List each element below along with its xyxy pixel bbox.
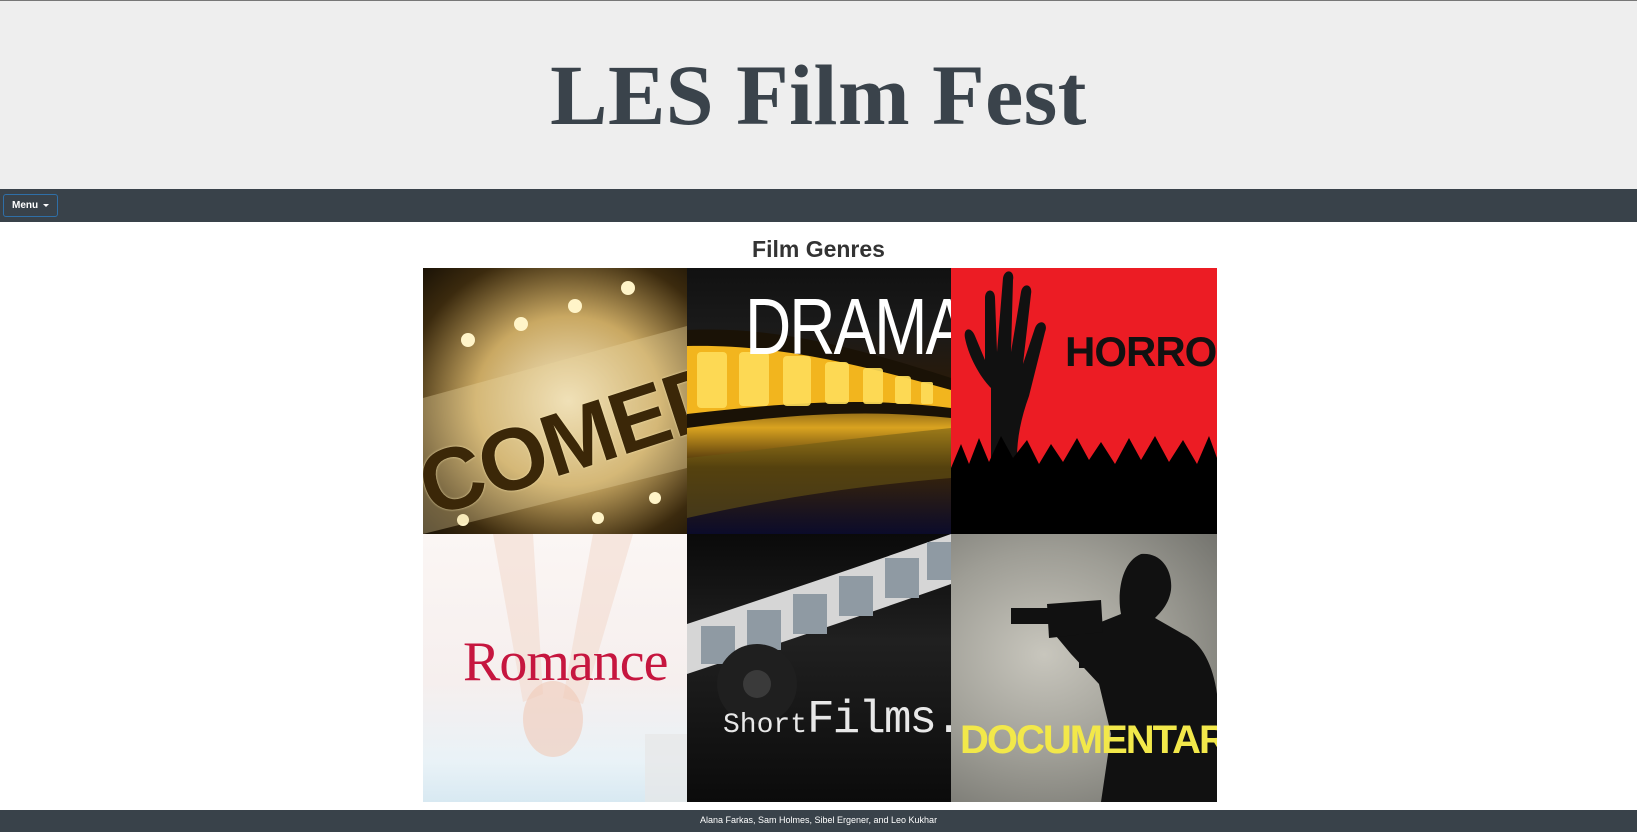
- genre-label-documentary: DOCUMENTARY: [960, 718, 1217, 762]
- site-footer: Alana Farkas, Sam Holmes, Sibel Ergener,…: [0, 810, 1637, 832]
- genre-label-films: Films.: [807, 694, 951, 746]
- genre-tile-comedy[interactable]: COMEDY: [423, 268, 687, 534]
- site-title: LES Film Fest: [550, 47, 1087, 143]
- genre-tile-short-films[interactable]: ShortFilms.: [687, 534, 951, 802]
- genre-tile-romance[interactable]: Romance: [423, 534, 687, 802]
- genre-tile-documentary[interactable]: DOCUMENTARY: [951, 534, 1217, 802]
- genre-grid: COMEDY DRAMA HORRO Romance ShortFilms. D…: [423, 268, 1217, 802]
- film-reel-graphic: [687, 534, 951, 724]
- genre-label-drama: DRAMA: [745, 281, 951, 372]
- site-header: LES Film Fest: [0, 0, 1637, 189]
- genre-tile-horror[interactable]: HORROR: [951, 268, 1217, 534]
- menu-button[interactable]: Menu: [3, 194, 58, 217]
- genre-label-horror: HORROR: [1065, 328, 1217, 375]
- genre-label-short-films: ShortFilms.: [723, 694, 951, 746]
- menu-button-label: Menu: [12, 200, 39, 211]
- caret-down-icon: [42, 203, 49, 207]
- navbar: Menu: [0, 189, 1637, 222]
- footer-credits: Alana Farkas, Sam Holmes, Sibel Ergener,…: [699, 815, 938, 825]
- genre-label-short: Short: [723, 710, 808, 741]
- genre-tile-drama[interactable]: DRAMA: [687, 268, 951, 534]
- genre-label-romance: Romance: [463, 631, 668, 693]
- zombie-hand-graphic: [951, 271, 1217, 534]
- section-title: Film Genres: [752, 236, 885, 262]
